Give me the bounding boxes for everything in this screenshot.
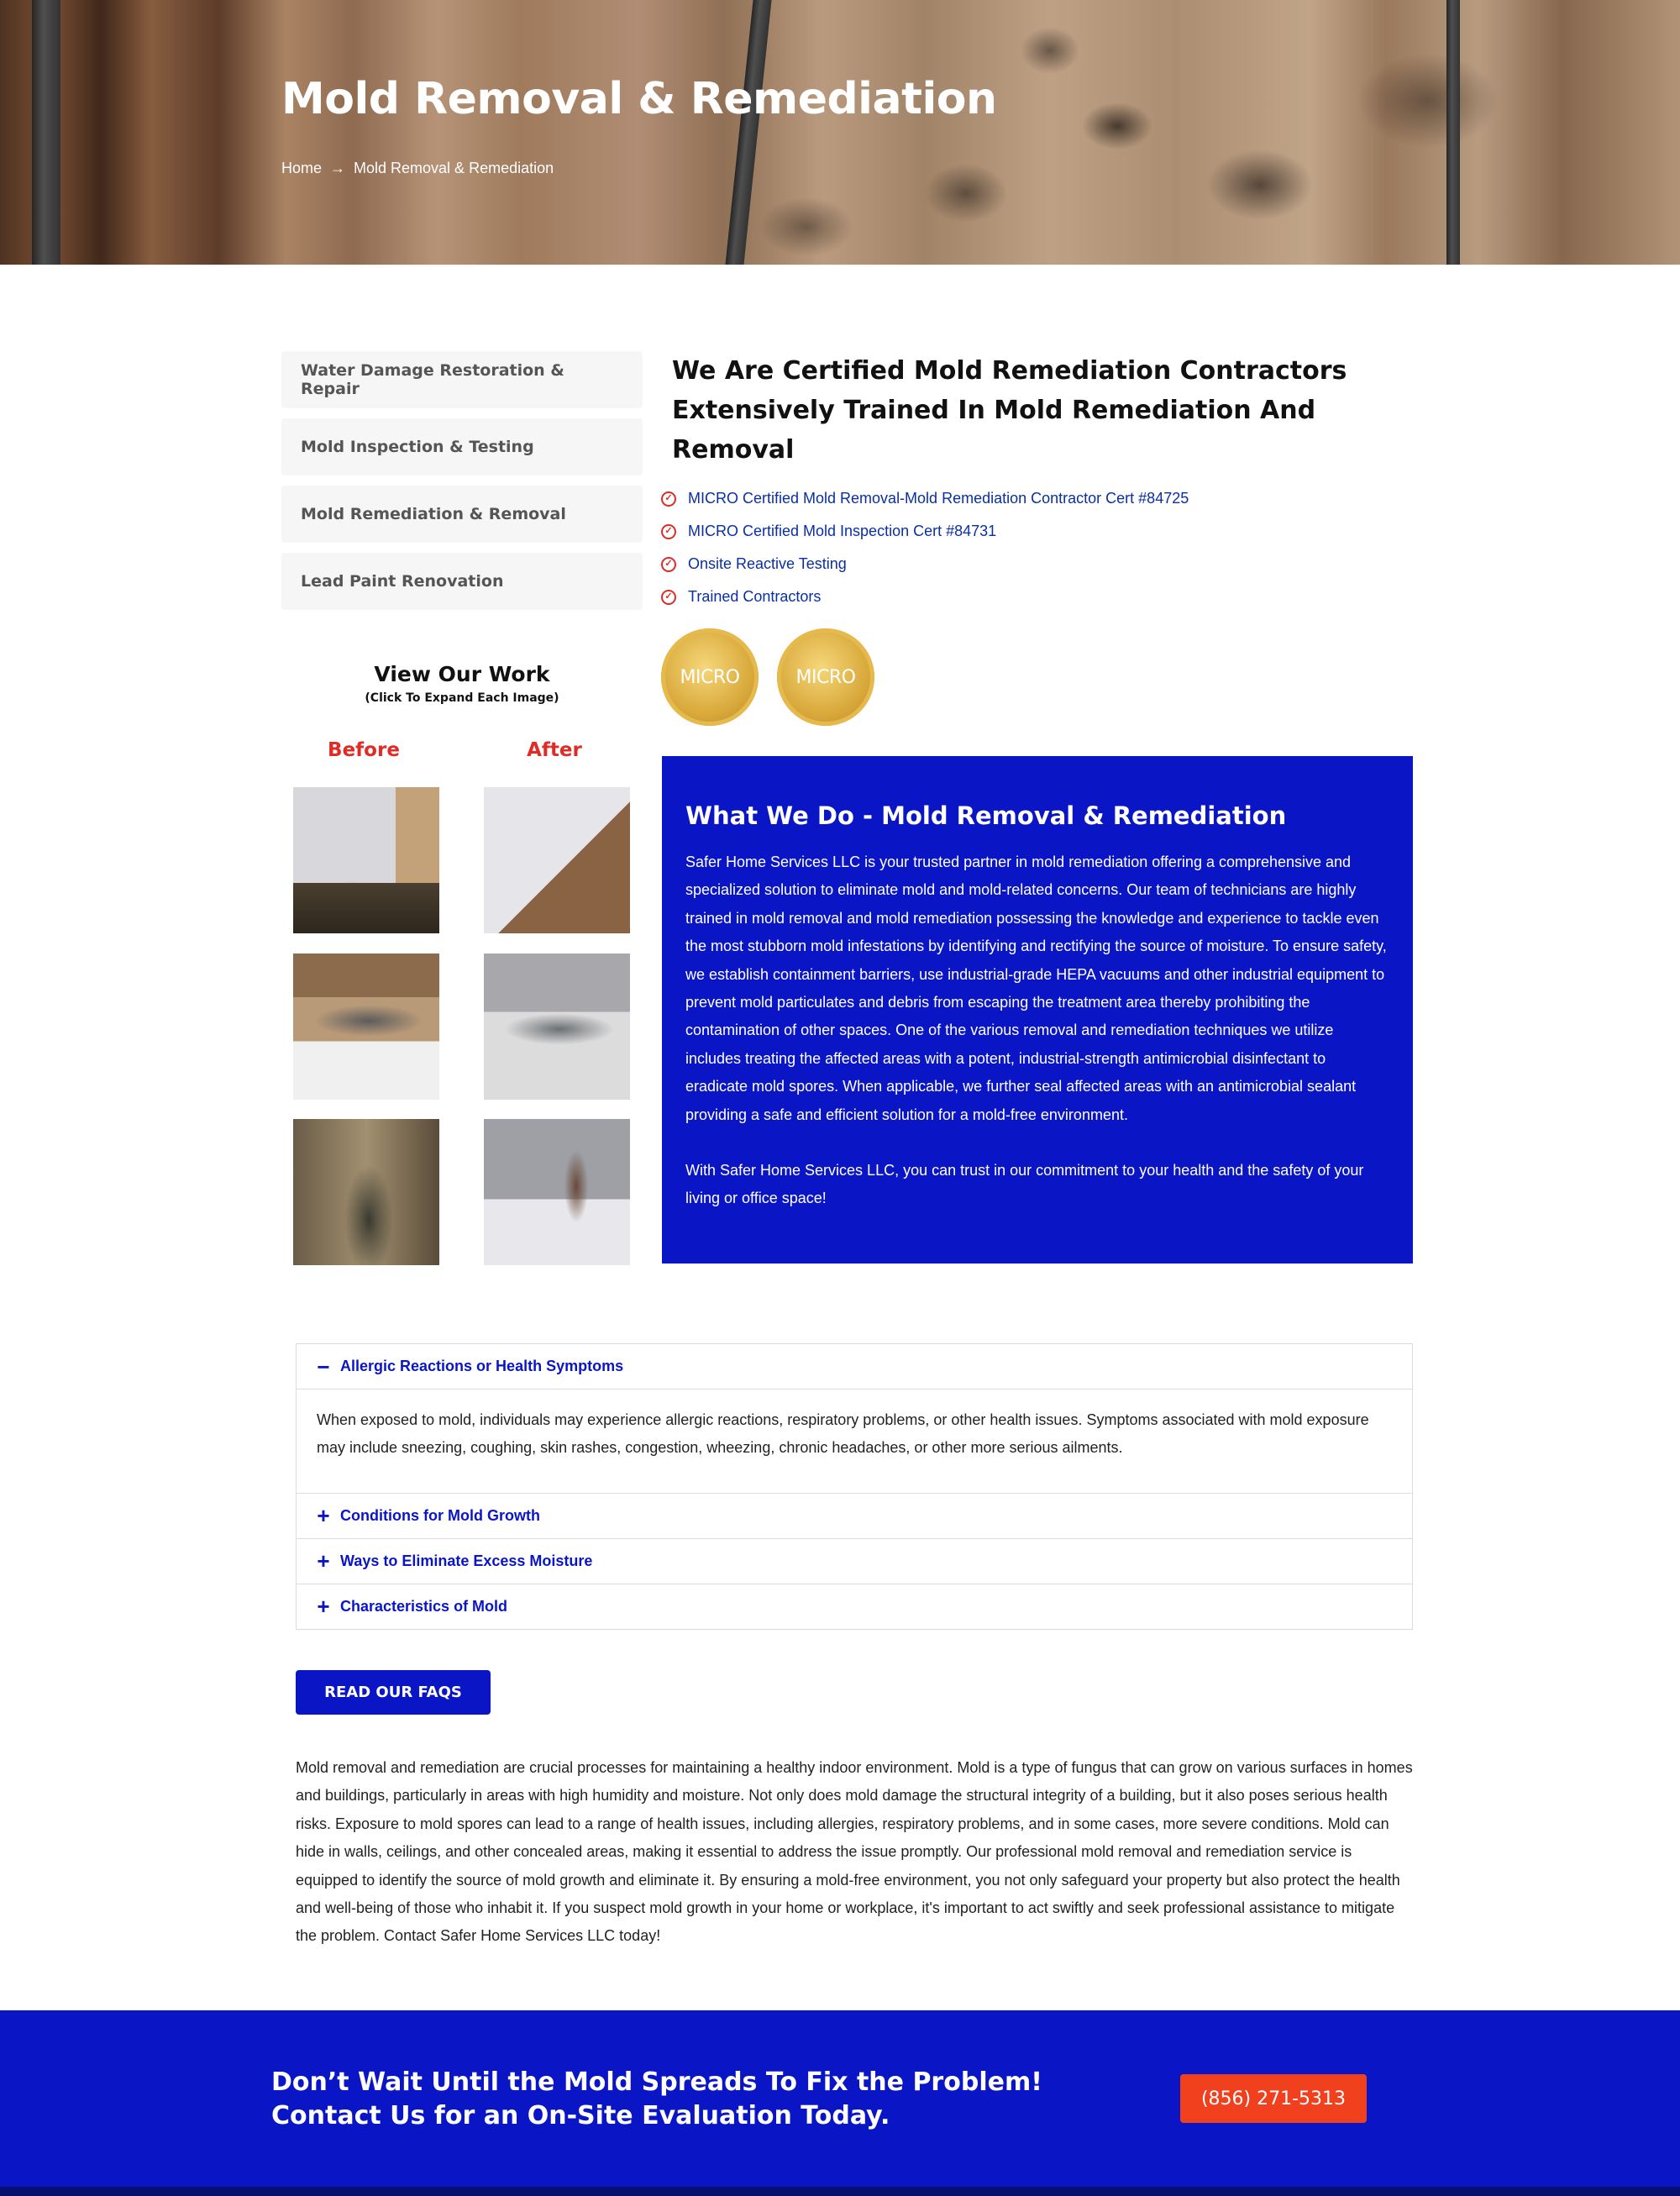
- what-we-do-paragraph-1: Safer Home Services LLC is your trusted …: [685, 854, 1387, 1123]
- accordion-header-conditions[interactable]: + Conditions for Mold Growth: [297, 1494, 1412, 1538]
- accordion-body: When exposed to mold, individuals may ex…: [297, 1389, 1412, 1493]
- mold-info-accordion: − Allergic Reactions or Health Symptoms …: [296, 1343, 1413, 1630]
- micro-remediation-badge: MICRO: [661, 628, 759, 726]
- after-image-2[interactable]: [484, 954, 630, 1100]
- accordion-title: Characteristics of Mold: [340, 1597, 508, 1615]
- check-circle-icon: ✓: [661, 589, 676, 605]
- breadcrumb: Home → Mold Removal & Remediation: [281, 160, 554, 177]
- cert-text: Trained Contractors: [688, 588, 822, 605]
- sidebar-item-label: Mold Inspection & Testing: [301, 438, 534, 456]
- sidebar-item-mold-remediation[interactable]: Mold Remediation & Removal: [281, 486, 643, 543]
- before-image-2[interactable]: [293, 954, 439, 1100]
- accordion-title: Allergic Reactions or Health Symptoms: [340, 1358, 624, 1374]
- phone-call-button[interactable]: (856) 271-5313: [1180, 2074, 1367, 2123]
- footer-strip: [0, 2187, 1680, 2196]
- plus-icon: +: [317, 1503, 330, 1529]
- accordion-header-moisture[interactable]: + Ways to Eliminate Excess Moisture: [297, 1539, 1412, 1584]
- view-our-work-subtitle: (Click To Expand Each Image): [365, 691, 559, 705]
- what-we-do-paragraph-2: With Safer Home Services LLC, you can tr…: [685, 1162, 1364, 1207]
- before-image-1[interactable]: [293, 787, 439, 933]
- what-we-do-panel: What We Do - Mold Removal & Remediation …: [662, 756, 1413, 1263]
- sidebar-item-label: Mold Remediation & Removal: [301, 505, 566, 523]
- accordion-item: + Characteristics of Mold: [297, 1584, 1412, 1629]
- micro-inspection-badge: MICRO: [777, 628, 874, 726]
- what-we-do-title: What We Do - Mold Removal & Remediation: [685, 801, 1287, 830]
- check-circle-icon: ✓: [661, 491, 676, 507]
- accordion-header-characteristics[interactable]: + Characteristics of Mold: [297, 1584, 1412, 1629]
- accordion-title: Conditions for Mold Growth: [340, 1506, 540, 1524]
- mold-info-paragraph: Mold removal and remediation are crucial…: [296, 1759, 1413, 1945]
- breadcrumb-home-link[interactable]: Home: [281, 160, 322, 177]
- before-label: Before: [328, 739, 400, 761]
- accordion-header-allergic-reactions[interactable]: − Allergic Reactions or Health Symptoms: [297, 1344, 1412, 1389]
- minus-icon: −: [317, 1353, 330, 1379]
- read-faqs-button[interactable]: READ OUR FAQS: [296, 1670, 491, 1715]
- view-our-work-heading: View Our Work: [374, 662, 550, 686]
- cert-text: Onsite Reactive Testing: [688, 555, 847, 572]
- after-label: After: [527, 739, 582, 761]
- check-circle-icon: ✓: [661, 556, 676, 572]
- plus-icon: +: [317, 1594, 330, 1620]
- list-item: ✓ MICRO Certified Mold Inspection Cert #8…: [661, 515, 1189, 548]
- services-sidebar: Water Damage Restoration & Repair Mold I…: [281, 351, 643, 620]
- accordion-item: − Allergic Reactions or Health Symptoms …: [297, 1344, 1412, 1494]
- check-circle-icon: ✓: [661, 523, 676, 539]
- sidebar-item-water-damage[interactable]: Water Damage Restoration & Repair: [281, 351, 643, 408]
- list-item: ✓ Onsite Reactive Testing: [661, 548, 1189, 581]
- accordion-item: + Conditions for Mold Growth: [297, 1494, 1412, 1539]
- hero-banner: Mold Removal & Remediation Home → Mold R…: [0, 0, 1680, 265]
- page-title: Mold Removal & Remediation: [281, 74, 997, 124]
- after-image-1[interactable]: [484, 787, 630, 933]
- after-image-3[interactable]: [484, 1119, 630, 1265]
- plus-icon: +: [317, 1548, 330, 1574]
- certified-heading: We Are Certified Mold Remediation Contra…: [672, 356, 1347, 465]
- list-item: ✓ Trained Contractors: [661, 581, 1189, 613]
- cert-text: MICRO Certified Mold Inspection Cert #84…: [688, 523, 997, 539]
- breadcrumb-current: Mold Removal & Remediation: [354, 160, 554, 176]
- sidebar-item-mold-inspection[interactable]: Mold Inspection & Testing: [281, 418, 643, 475]
- accordion-title: Ways to Eliminate Excess Moisture: [340, 1552, 593, 1569]
- cta-banner: Don’t Wait Until the Mold Spreads To Fix…: [0, 2010, 1680, 2187]
- cta-heading: Don’t Wait Until the Mold Spreads To Fix…: [271, 2067, 1042, 2130]
- accordion-item: + Ways to Eliminate Excess Moisture: [297, 1539, 1412, 1584]
- certifications-list: ✓ MICRO Certified Mold Removal-Mold Remed…: [661, 482, 1189, 613]
- sidebar-item-lead-paint[interactable]: Lead Paint Renovation: [281, 553, 643, 610]
- sidebar-item-label: Water Damage Restoration & Repair: [301, 361, 564, 398]
- before-image-3[interactable]: [293, 1119, 439, 1265]
- arrow-right-icon: →: [330, 160, 346, 176]
- sidebar-item-label: Lead Paint Renovation: [301, 572, 504, 591]
- cert-text: MICRO Certified Mold Removal-Mold Remedi…: [688, 490, 1189, 507]
- list-item: ✓ MICRO Certified Mold Removal-Mold Remed…: [661, 482, 1189, 515]
